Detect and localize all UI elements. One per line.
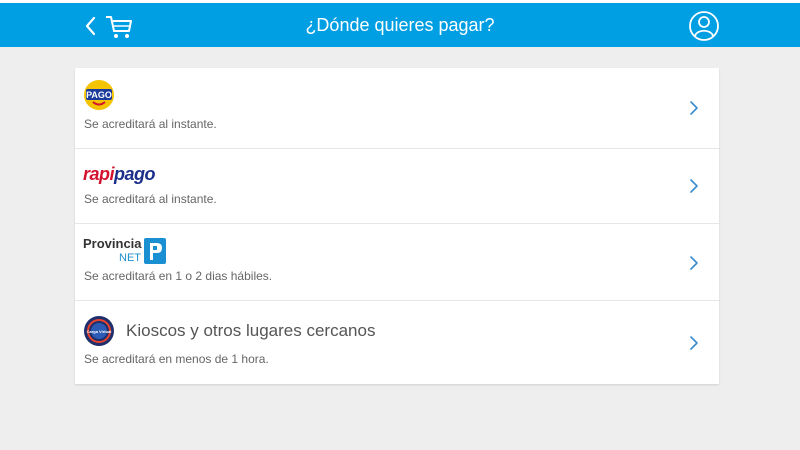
header-bar: ¿Dónde quieres pagar?	[0, 3, 800, 47]
svg-text:Carga Virtual: Carga Virtual	[87, 329, 112, 334]
payment-options-list: PAGO Se acreditará al instante. rapipago…	[75, 68, 719, 384]
chevron-left-icon	[85, 16, 96, 36]
svg-text:PAGO: PAGO	[86, 90, 112, 100]
provincia-net-logo: Provincia NET	[83, 236, 173, 266]
option-description: Se acreditará al instante.	[84, 117, 217, 131]
rapipago-logo: rapipago	[83, 164, 156, 184]
cart-icon[interactable]	[104, 14, 134, 40]
back-button[interactable]	[84, 15, 98, 37]
chevron-right-icon	[690, 179, 698, 193]
chevron-right-icon	[690, 256, 698, 270]
payment-option-kioscos[interactable]: Carga Virtual Kioscos y otros lugares ce…	[75, 301, 719, 384]
option-description: Se acreditará en 1 o 2 dias hábiles.	[84, 269, 273, 283]
option-label: Kioscos y otros lugares cercanos	[126, 321, 376, 340]
carga-virtual-logo: Carga Virtual	[83, 316, 115, 351]
user-icon	[689, 11, 719, 41]
payment-option-rapipago[interactable]: rapipago Se acreditará al instante.	[75, 149, 719, 224]
chevron-right-icon	[690, 101, 698, 115]
payment-option-provincia-net[interactable]: Provincia NET Se acreditará en 1 o 2 dia…	[75, 224, 719, 301]
user-profile-button[interactable]	[688, 10, 720, 42]
chevron-right-icon	[690, 336, 698, 350]
option-description: Se acreditará en menos de 1 hora.	[84, 352, 269, 366]
payment-option-pago-facil[interactable]: PAGO Se acreditará al instante.	[75, 68, 719, 149]
pago-facil-logo: PAGO	[83, 80, 115, 115]
option-description: Se acreditará al instante.	[84, 192, 217, 206]
